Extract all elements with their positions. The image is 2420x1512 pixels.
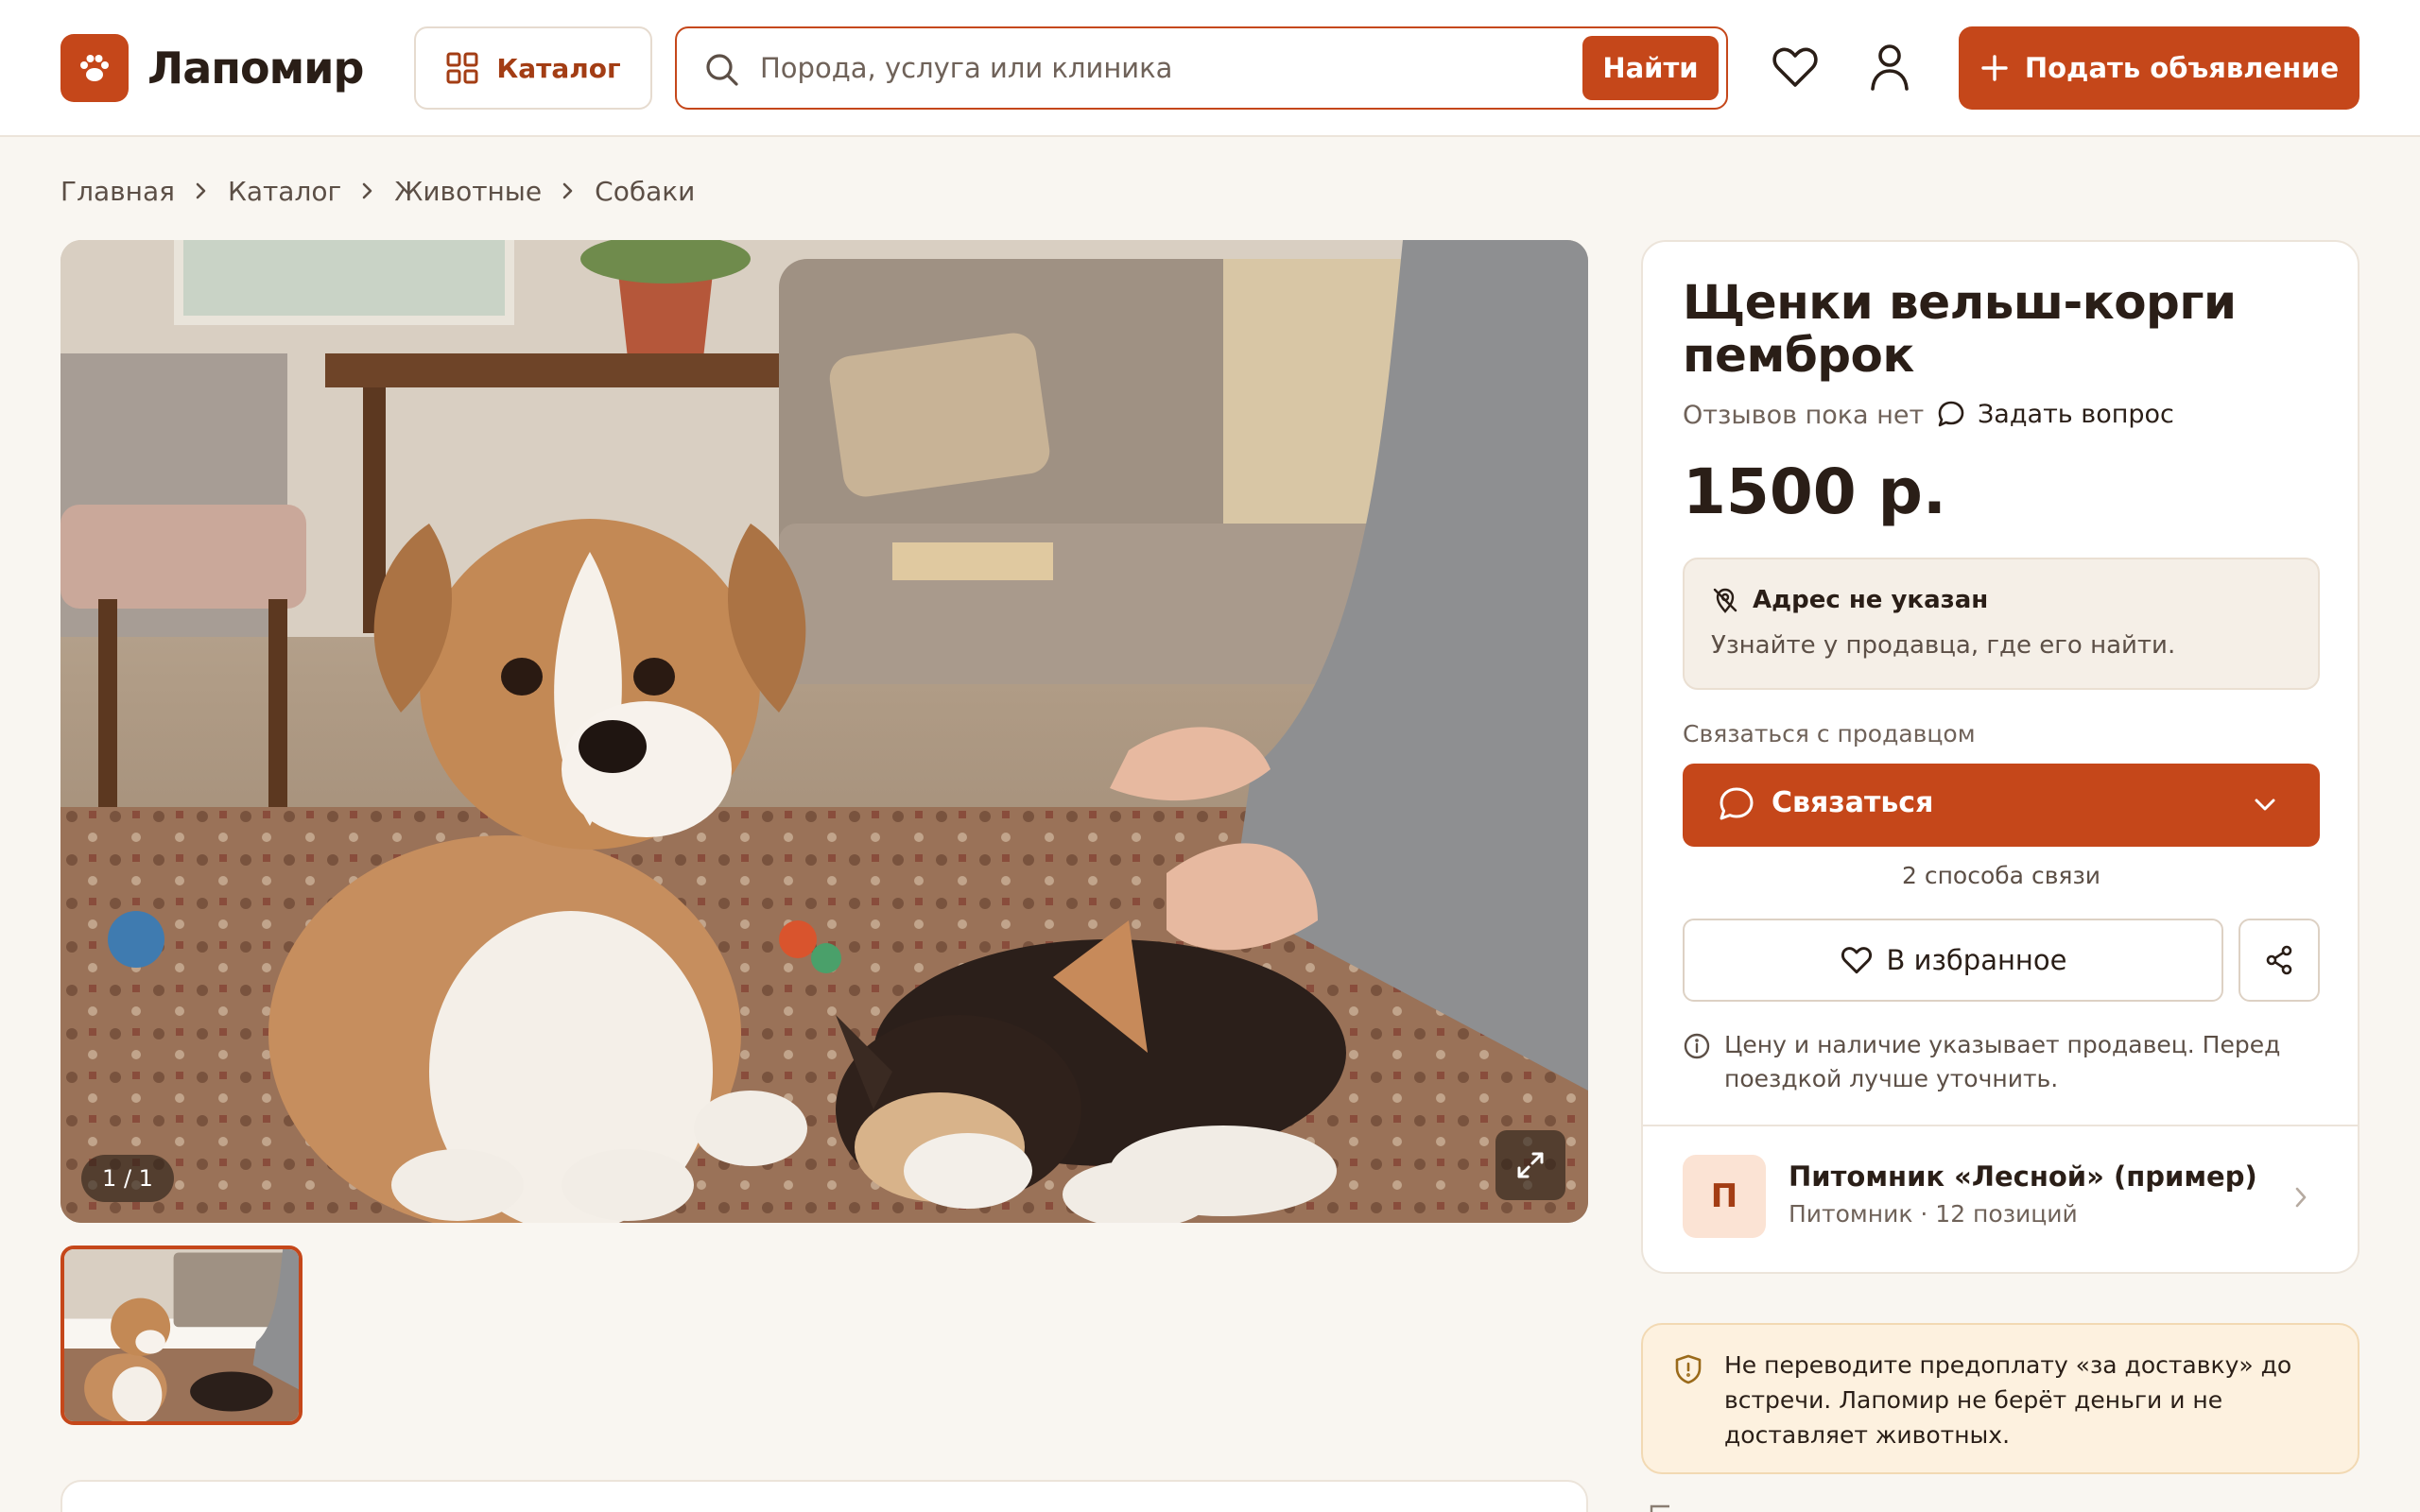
expand-button[interactable] bbox=[1495, 1130, 1565, 1200]
seller-row[interactable]: П Питомник «Лесной» (пример) Питомник · … bbox=[1643, 1126, 2358, 1272]
listing-card: Щенки вельш-корги пемброк Отзывов пока н… bbox=[1641, 240, 2360, 1274]
catalog-label: Каталог bbox=[496, 52, 621, 84]
chevron-right-icon bbox=[561, 180, 576, 202]
address-text: Узнайте у продавца, где его найти. bbox=[1711, 631, 2176, 660]
catalog-button[interactable]: Каталог bbox=[414, 26, 652, 110]
favorites-label: В избранное bbox=[1886, 944, 2067, 976]
grid-icon bbox=[446, 52, 478, 84]
plus-icon bbox=[1981, 55, 2008, 81]
address-box: Адрес не указан Узнайте у продавца, где … bbox=[1683, 558, 2320, 690]
info-icon bbox=[1684, 1033, 1710, 1059]
contact-button-label: Связаться bbox=[1772, 786, 1934, 819]
safety-warning: Не переводите предоплату «за доставку» д… bbox=[1641, 1323, 2360, 1474]
contact-ways: 2 способа связи bbox=[1901, 862, 2101, 889]
post-ad-label: Подать объявление bbox=[2024, 52, 2340, 84]
add-to-favorites-button[interactable]: В избранное bbox=[1683, 919, 2223, 1002]
main-photo[interactable]: 1 / 1 bbox=[60, 240, 1588, 1223]
price-note: Цену и наличие указывает продавец. Перед… bbox=[1724, 1031, 2281, 1092]
shield-icon bbox=[1675, 1354, 1702, 1384]
post-ad-button[interactable]: Подать объявление bbox=[1959, 26, 2360, 110]
price: 1500 р. bbox=[1683, 455, 1946, 528]
location-off-icon bbox=[1713, 588, 1737, 613]
chevron-right-icon bbox=[360, 180, 375, 202]
address-title: Адрес не указан bbox=[1753, 586, 1989, 614]
share-button[interactable] bbox=[2238, 919, 2320, 1002]
contact-button[interactable]: Связаться bbox=[1683, 764, 2320, 847]
search-bar: Найти bbox=[675, 26, 1728, 110]
search-icon bbox=[706, 54, 738, 86]
chevron-down-icon bbox=[2255, 799, 2275, 811]
thumbnail-image bbox=[64, 1249, 299, 1421]
ask-question-link[interactable]: Задать вопрос bbox=[1936, 399, 2174, 429]
paw-icon bbox=[80, 55, 109, 81]
search-input[interactable] bbox=[760, 42, 1478, 94]
expand-icon bbox=[1517, 1152, 1544, 1178]
breadcrumb-catalog[interactable]: Каталог bbox=[228, 176, 341, 207]
chat-icon bbox=[1938, 401, 1964, 427]
breadcrumb: Главная Каталог Животные Собаки bbox=[60, 174, 695, 208]
safety-warning-text: Не переводите предоплату «за доставку» д… bbox=[1724, 1351, 2292, 1449]
ask-question-label: Задать вопрос bbox=[1978, 399, 2174, 429]
reviews-status: Отзывов пока нет bbox=[1683, 401, 1925, 430]
listing-title: Щенки вельш-корги пемброк bbox=[1683, 275, 2237, 383]
breadcrumb-home[interactable]: Главная bbox=[60, 176, 175, 207]
description-card bbox=[60, 1480, 1588, 1512]
logo-badge[interactable] bbox=[60, 34, 129, 102]
photo-counter: 1 / 1 bbox=[81, 1155, 174, 1202]
share-icon bbox=[2266, 945, 2292, 975]
chevron-right-icon bbox=[194, 180, 209, 202]
search-button[interactable]: Найти bbox=[1582, 36, 1719, 100]
chevron-right-icon bbox=[2295, 1187, 2307, 1208]
user-icon[interactable] bbox=[1866, 42, 1913, 93]
breadcrumb-animals[interactable]: Животные bbox=[394, 176, 542, 207]
puppies-photo bbox=[60, 240, 1588, 1223]
seller-avatar: П bbox=[1683, 1155, 1766, 1238]
breadcrumb-dogs[interactable]: Собаки bbox=[595, 176, 695, 207]
heart-icon[interactable] bbox=[1770, 42, 1821, 93]
heart-icon bbox=[1841, 947, 1872, 974]
contact-label: Связаться с продавцом bbox=[1683, 720, 1976, 747]
logo-text[interactable]: Лапомир bbox=[147, 40, 364, 96]
seller-meta: Питомник · 12 позиций bbox=[1789, 1200, 2078, 1228]
flag-icon bbox=[1650, 1504, 1669, 1512]
seller-name: Питомник «Лесной» (пример) bbox=[1789, 1160, 2257, 1193]
photo-thumbnail[interactable] bbox=[60, 1246, 302, 1425]
top-header: Лапомир Каталог Найти Подать объявление bbox=[0, 0, 2420, 137]
chat-icon bbox=[1720, 787, 1754, 820]
